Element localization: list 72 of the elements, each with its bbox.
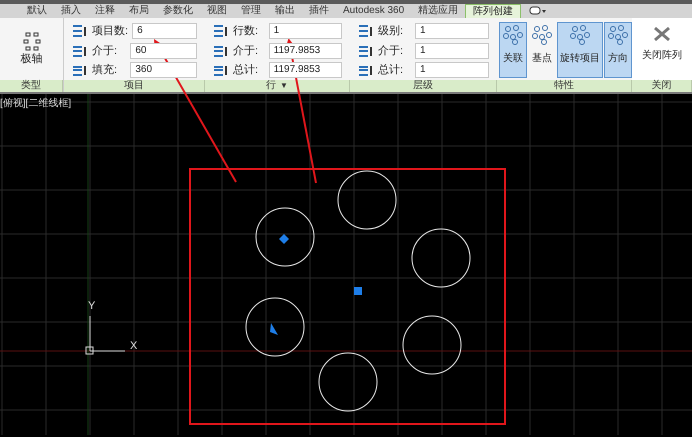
polar-array-icon: [22, 30, 42, 51]
ribbon-tab[interactable]: 输出: [268, 4, 302, 18]
array-field-icon: [213, 63, 229, 78]
circle-shape: [246, 298, 304, 356]
array-field-icon: [213, 44, 229, 58]
input-field[interactable]: 1197.9853: [268, 42, 342, 59]
ribbon-tab[interactable]: 布局: [122, 4, 156, 18]
ribbon-tab[interactable]: 阵列创建: [465, 4, 522, 18]
ribbon-tab[interactable]: 注释: [88, 4, 122, 18]
circle-shape: [256, 208, 314, 266]
field-label: 填充:: [92, 63, 118, 78]
input-field[interactable]: 60: [130, 42, 197, 59]
array-field-icon: [72, 63, 88, 78]
property-button[interactable]: 关联: [499, 22, 527, 78]
circle-shape: [338, 170, 396, 230]
ribbon-tab[interactable]: 默认: [20, 4, 54, 18]
input-field[interactable]: 1: [414, 42, 489, 59]
dropdown-icon[interactable]: [529, 6, 548, 16]
caret-icon[interactable]: ▼: [280, 80, 288, 92]
group-label: 类型: [21, 80, 41, 92]
viewport-label[interactable]: [俯视][二维线框]: [0, 96, 72, 111]
input-field[interactable]: 360: [130, 62, 197, 78]
circle-shape: [412, 228, 470, 288]
field-label: 总计:: [233, 63, 260, 78]
property-button[interactable]: 基点: [528, 22, 556, 78]
input-field[interactable]: 1: [414, 62, 489, 78]
array-field-icon: [72, 44, 88, 58]
close-array-button[interactable]: 关闭阵列: [642, 26, 682, 63]
field-label: 介于:: [92, 44, 118, 58]
ucs-axis-drawing: [86, 316, 126, 354]
array-field-icon: [358, 24, 374, 38]
axis-label: Y: [88, 300, 96, 312]
ribbon-tab[interactable]: 插入: [54, 4, 88, 18]
close-icon: [652, 26, 672, 42]
circle-array-icon: [502, 25, 524, 45]
field-label: 总计:: [378, 63, 404, 78]
circle-shape: [402, 316, 462, 374]
grip-marker: [270, 323, 278, 335]
ribbon-tab[interactable]: 视图: [200, 4, 234, 18]
group-label: 项目: [124, 80, 144, 92]
grip-marker: [354, 287, 362, 295]
group-label: 行: [266, 80, 276, 92]
circle-array-icon: [531, 25, 553, 45]
ribbon-tab[interactable]: 参数化: [156, 4, 200, 18]
property-button[interactable]: 方向: [604, 22, 632, 78]
ribbon-tab[interactable]: 精选应用: [411, 4, 466, 18]
array-field-icon: [72, 24, 88, 38]
grip-marker: [279, 234, 289, 244]
array-field-icon: [358, 44, 374, 58]
field-label: 行数:: [233, 24, 260, 39]
group-label: 关闭: [652, 80, 672, 92]
input-field[interactable]: 1: [268, 23, 342, 40]
input-field[interactable]: 1: [414, 23, 489, 40]
input-field[interactable]: 6: [132, 23, 197, 40]
field-label: 介于:: [233, 44, 260, 58]
ribbon-tab[interactable]: 管理: [234, 4, 268, 18]
circle-shape: [318, 352, 378, 412]
circle-array-icon: [569, 25, 591, 45]
array-field-icon: [358, 63, 374, 78]
field-label: 级别:: [378, 24, 404, 39]
property-button[interactable]: 旋转项目: [557, 22, 603, 78]
axis-label: X: [130, 340, 138, 352]
ribbon-tab[interactable]: 插件: [302, 4, 336, 18]
ribbon-tab[interactable]: Autodesk 360: [336, 4, 412, 18]
array-field-icon: [213, 24, 229, 38]
group-label: 特性: [554, 80, 574, 92]
field-label: 项目数:: [92, 24, 128, 39]
field-label: 介于:: [378, 44, 404, 58]
circle-array-icon: [607, 25, 629, 45]
group-label: 层级: [413, 80, 433, 92]
input-field[interactable]: 1197.9853: [268, 62, 342, 78]
polar-button[interactable]: 极轴: [20, 30, 42, 68]
